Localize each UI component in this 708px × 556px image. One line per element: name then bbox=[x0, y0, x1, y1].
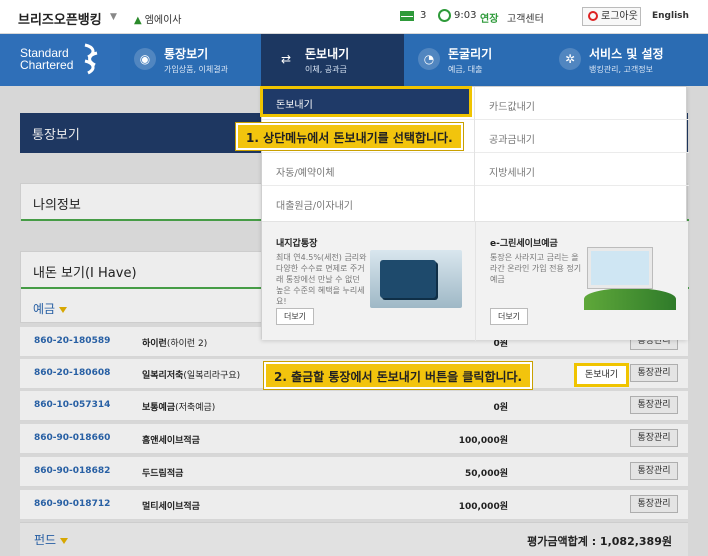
person-icon: ▲ bbox=[134, 15, 142, 26]
logo[interactable]: Standard Chartered bbox=[0, 34, 120, 86]
nav-title: 서비스 및 설정 bbox=[589, 47, 664, 61]
user-label: 엠에이사 bbox=[144, 15, 182, 26]
wallet-image bbox=[370, 250, 462, 308]
menu-item-transfer-highlight[interactable]: 돈보내기 bbox=[260, 86, 472, 117]
mail-icon[interactable] bbox=[400, 11, 414, 21]
dropdown-right-column: 카드값내기 공과금내기 지방세내기 bbox=[474, 87, 689, 221]
step2-callout: 2. 출금할 통장에서 돈보내기 버튼을 클릭합니다. bbox=[264, 362, 533, 389]
main-nav: Standard Chartered ◉ 통장보기 가입상품, 이체결과 ⇄ 돈… bbox=[0, 34, 708, 86]
language-link[interactable]: English bbox=[652, 11, 689, 21]
chevron-down-icon[interactable]: ▼ bbox=[110, 12, 117, 22]
nav-item-settings[interactable]: ✲ 서비스 및 설정 뱅킹관리, 고객정보 bbox=[545, 34, 708, 86]
promo-text: 최대 연4.5%(세전) 금리와 다양한 수수료 면제로 주거래 통장에선 만날… bbox=[276, 253, 367, 306]
promo-title: 내지갑통장 bbox=[276, 239, 318, 249]
nav-title: 돈보내기 bbox=[305, 47, 350, 61]
wallet-icon bbox=[380, 260, 436, 298]
brand-title[interactable]: 브리즈오픈뱅킹 bbox=[18, 9, 102, 28]
promo-wallet-account: 내지갑통장 최대 연4.5%(세전) 금리와 다양한 수수료 면제로 주거래 통… bbox=[262, 222, 474, 341]
more-button[interactable]: 더보기 bbox=[276, 308, 314, 325]
nav-item-transfer[interactable]: ⇄ 돈보내기 이체, 공과금 bbox=[261, 34, 404, 86]
coin-icon: ◔ bbox=[418, 48, 440, 70]
monitor-icon bbox=[588, 248, 652, 288]
extend-session-link[interactable]: 연장 bbox=[480, 10, 498, 25]
nav-sub: 예금, 대출 bbox=[448, 65, 483, 74]
menu-item-auto-transfer[interactable]: 자동/예약이체 bbox=[262, 153, 474, 186]
nav-sub: 이체, 공과금 bbox=[305, 65, 347, 74]
transfer-icon: ⇄ bbox=[280, 52, 292, 66]
grass-icon bbox=[584, 288, 676, 310]
logo-mark-icon bbox=[84, 43, 98, 75]
menu-item-utility-payment[interactable]: 공과금내기 bbox=[475, 120, 689, 153]
menu-item-loan-repay[interactable]: 대출원금/이자내기 bbox=[262, 186, 474, 219]
menu-item-local-tax[interactable]: 지방세내기 bbox=[475, 153, 689, 186]
nav-sub: 뱅킹관리, 고객정보 bbox=[589, 65, 653, 74]
nav-sub: 가입상품, 이체결과 bbox=[164, 65, 228, 74]
gear-icon: ✲ bbox=[559, 48, 581, 70]
user-name: ▲ 엠에이사 bbox=[134, 11, 182, 26]
logout-button[interactable]: 로그아웃 bbox=[582, 7, 641, 26]
nav-item-account[interactable]: ◉ 통장보기 가입상품, 이체결과 bbox=[120, 34, 261, 86]
clock-icon bbox=[438, 9, 451, 22]
monitor-image bbox=[584, 246, 676, 310]
more-button[interactable]: 더보기 bbox=[490, 308, 528, 325]
promo-area: 내지갑통장 최대 연4.5%(세전) 금리와 다양한 수수료 면제로 주거래 통… bbox=[262, 221, 688, 341]
nav-title: 통장보기 bbox=[164, 47, 209, 61]
promo-title: e-그린세이브예금 bbox=[490, 239, 558, 249]
promo-green-save: e-그린세이브예금 통장은 사라지고 금리는 올라간 온라인 가입 전용 정기예… bbox=[475, 222, 687, 341]
menu-item-card-payment[interactable]: 카드값내기 bbox=[475, 87, 689, 120]
nav-item-invest[interactable]: ◔ 돈굴리기 예금, 대출 bbox=[404, 34, 545, 86]
nav-title: 돈굴리기 bbox=[448, 47, 493, 61]
mail-count: 3 bbox=[420, 10, 427, 21]
customer-center-link[interactable]: 고객센터 bbox=[507, 10, 544, 25]
step1-callout: 1. 상단메뉴에서 돈보내기를 선택합니다. bbox=[236, 123, 463, 150]
session-timer: 9:03 bbox=[454, 10, 477, 21]
send-money-button[interactable]: 돈보내기 bbox=[574, 363, 629, 387]
logo-line-2: Chartered bbox=[20, 58, 74, 72]
power-icon bbox=[588, 11, 598, 21]
logo-text: Standard Chartered bbox=[20, 47, 73, 71]
promo-text: 통장은 사라지고 금리는 올라간 온라인 가입 전용 정기예금 bbox=[490, 253, 582, 284]
eye-icon: ◉ bbox=[134, 48, 156, 70]
logout-label: 로그아웃 bbox=[601, 11, 638, 22]
top-bar: 브리즈오픈뱅킹 ▼ ▲ 엠에이사 3 9:03 연장 고객센터 로그아웃 Engl… bbox=[0, 0, 708, 34]
